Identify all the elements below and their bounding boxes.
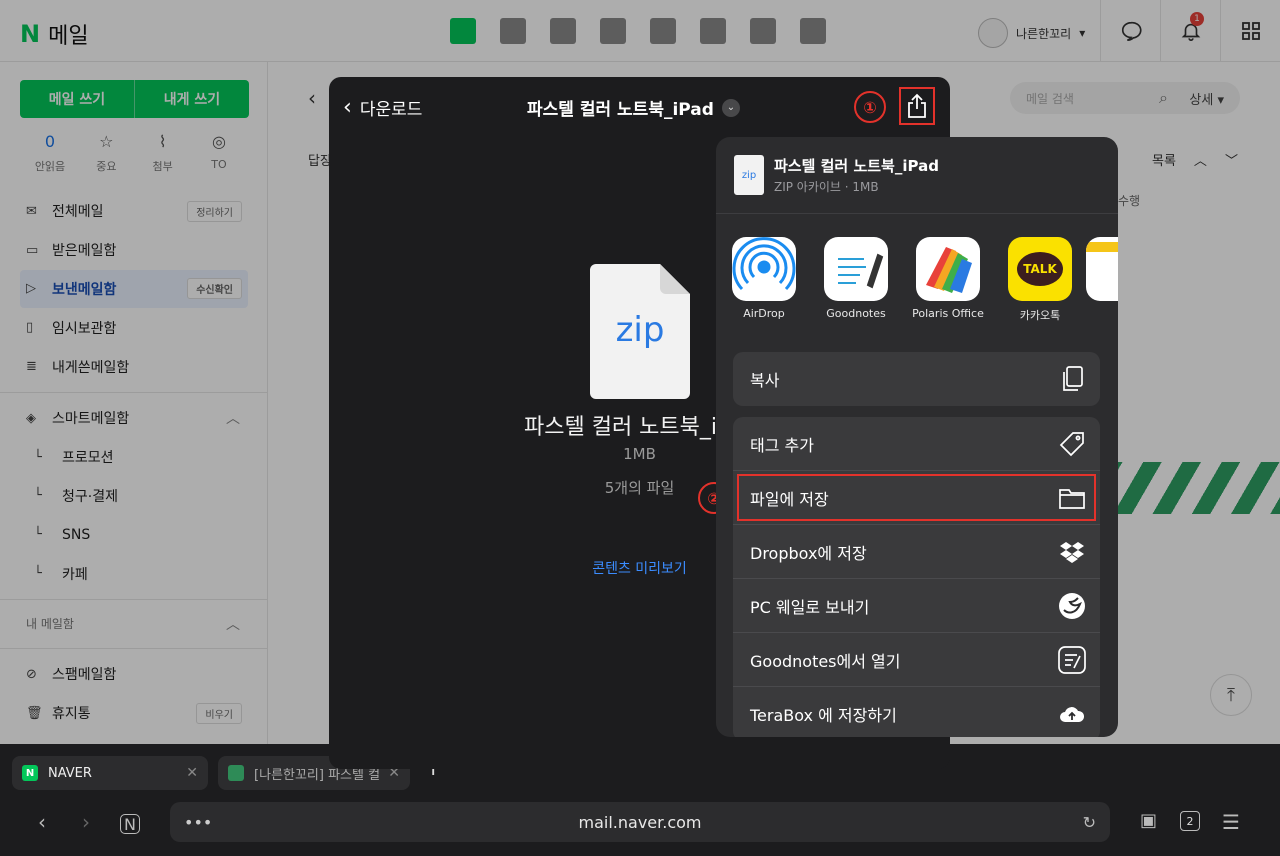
reload-icon[interactable]: ↻: [1083, 813, 1096, 832]
share-app-airdrop[interactable]: AirDrop: [718, 237, 810, 320]
kakaotalk-icon-text: TALK: [1023, 262, 1057, 276]
naver-favicon-icon: N: [22, 765, 38, 781]
browser-toolbar: ‹ › N ••• mail.naver.com ↻ ▣ 2 ☰: [0, 794, 1280, 856]
back-icon[interactable]: ‹: [38, 810, 46, 834]
menu-icon[interactable]: ☰: [1222, 810, 1240, 834]
forward-icon[interactable]: ›: [82, 810, 90, 834]
chevron-left-icon: ‹: [343, 94, 352, 120]
folder-icon: [1058, 484, 1086, 512]
zip-file-icon: zip: [590, 264, 690, 399]
action-label: TeraBox 에 저장하기: [750, 706, 897, 725]
close-icon[interactable]: ✕: [186, 765, 198, 781]
action-label: PC 웨일로 보내기: [750, 597, 870, 617]
kakaotalk-icon: TALK: [1008, 237, 1072, 301]
action-group: 태그 추가 파일에 저장 Dropbox에 저장 PC 웨일로 보내기 Good…: [733, 417, 1100, 737]
save-to-files-action[interactable]: 파일에 저장: [733, 471, 1100, 525]
action-label: 파일에 저장: [750, 489, 829, 509]
action-label: 복사: [750, 371, 780, 390]
goodnotes-icon: [824, 237, 888, 301]
share-file-name: 파스텔 컬러 노트북_iPad: [774, 157, 939, 175]
tab-title: NAVER: [48, 765, 92, 781]
app-label: Polaris Office: [912, 307, 984, 320]
share-app-kakaotalk[interactable]: TALK 카카오톡: [994, 237, 1086, 323]
app-label: 카카오톡: [1019, 309, 1061, 322]
polaris-office-icon: [916, 237, 980, 301]
copy-icon: [1058, 365, 1086, 393]
action-label: Goodnotes에서 열기: [750, 651, 901, 671]
zip-file-type: zip: [615, 310, 665, 350]
share-button[interactable]: [899, 87, 935, 125]
dropbox-icon: [1058, 538, 1086, 566]
action-label: Dropbox에 저장: [750, 543, 867, 563]
share-app-notes-partial[interactable]: [1086, 237, 1118, 301]
tag-icon: [1058, 430, 1086, 458]
address-bar[interactable]: ••• mail.naver.com ↻: [170, 802, 1110, 842]
app-label: AirDrop: [743, 307, 785, 320]
action-label: 태그 추가: [750, 435, 814, 455]
send-to-pc-whale-action[interactable]: PC 웨일로 보내기: [733, 579, 1100, 633]
tag-action[interactable]: 태그 추가: [733, 417, 1100, 471]
app-label: Goodnotes: [826, 307, 886, 320]
save-to-terabox-action[interactable]: TeraBox 에 저장하기: [733, 687, 1100, 737]
share-icon: [908, 93, 926, 118]
dropbox-action[interactable]: Dropbox에 저장: [733, 525, 1100, 579]
share-app-polaris[interactable]: Polaris Office: [902, 237, 994, 320]
airdrop-icon: [732, 237, 796, 301]
home-icon[interactable]: N: [120, 814, 140, 834]
open-in-goodnotes-action[interactable]: Goodnotes에서 열기: [733, 633, 1100, 687]
share-file-meta: ZIP 아카이브 · 1MB: [774, 180, 879, 194]
chevron-down-icon: ⌄: [721, 98, 740, 117]
browser-tab[interactable]: N NAVER ✕: [12, 756, 208, 790]
share-sheet-header: zip 파스텔 컬러 노트북_iPad ZIP 아카이브 · 1MB: [716, 137, 1118, 214]
copy-group: 복사: [733, 352, 1100, 406]
share-sheet: zip 파스텔 컬러 노트북_iPad ZIP 아카이브 · 1MB AirDr…: [716, 137, 1118, 737]
whale-icon: [1058, 592, 1086, 620]
viewer-title-text: 파스텔 컬러 노트북_iPad: [527, 100, 714, 120]
notes-icon: [1086, 237, 1118, 301]
url-text: mail.naver.com: [578, 812, 702, 832]
step-1-marker: ①: [854, 91, 886, 123]
more-icon[interactable]: •••: [184, 813, 212, 832]
share-app-goodnotes[interactable]: Goodnotes: [810, 237, 902, 320]
tab-count-button[interactable]: 2: [1180, 811, 1200, 831]
back-label: 다운로드: [359, 100, 423, 120]
zip-file-icon: zip: [734, 155, 764, 195]
back-button[interactable]: ‹ 다운로드: [343, 95, 422, 120]
cloud-upload-icon: [1058, 700, 1086, 728]
viewer-title[interactable]: 파스텔 컬러 노트북_iPad ⌄: [527, 95, 740, 120]
goodnotes-open-icon: [1058, 646, 1086, 674]
mail-favicon-icon: [228, 765, 244, 781]
copy-action[interactable]: 복사: [733, 352, 1100, 406]
share-app-row: AirDrop Goodnotes Polaris Office TALK 카카…: [716, 237, 1118, 327]
sidebar-toggle-icon[interactable]: ▣: [1140, 810, 1157, 831]
file-name: 파스텔 컬러 노트북_i: [524, 415, 718, 440]
